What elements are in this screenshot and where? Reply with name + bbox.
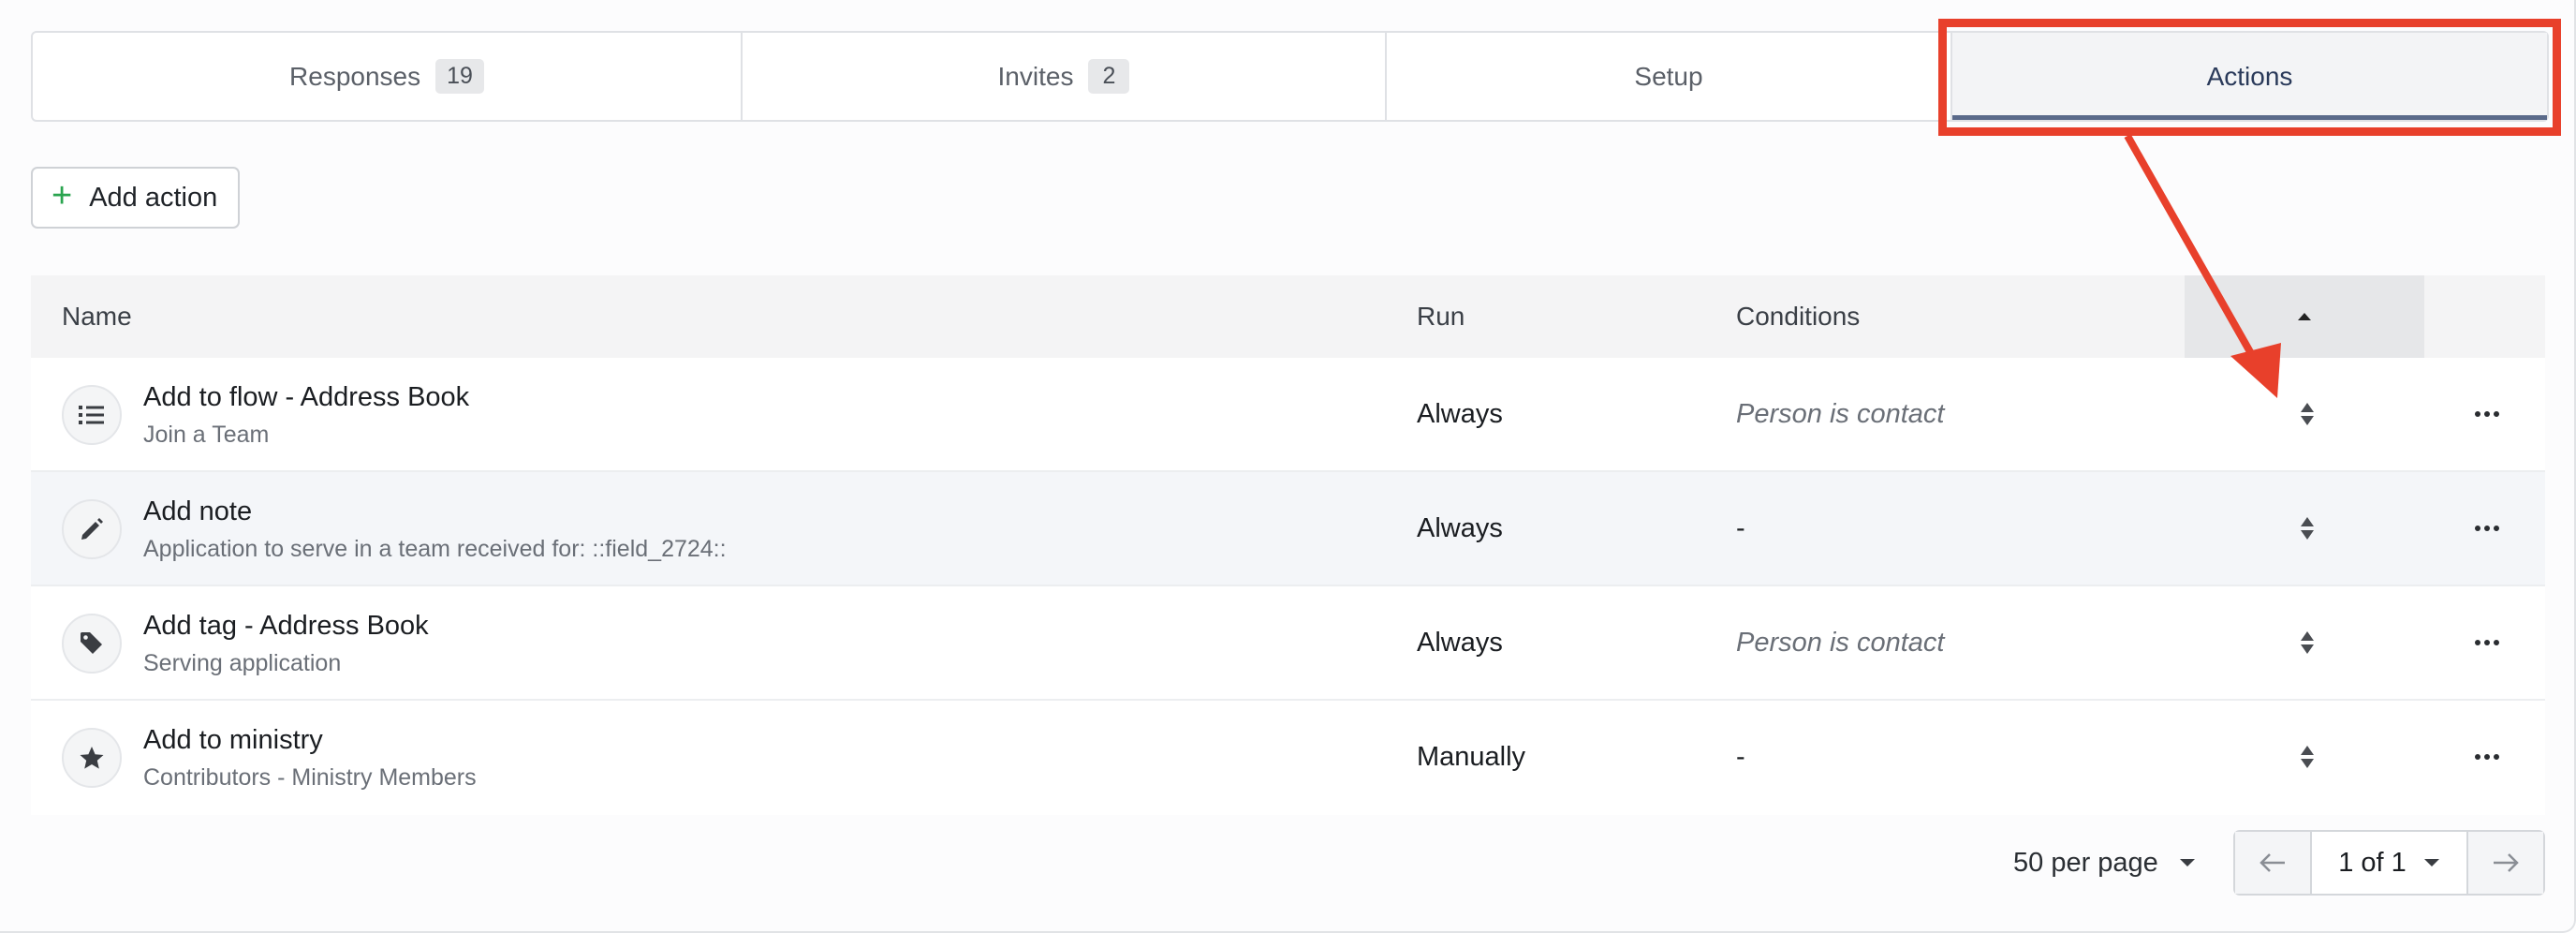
table-row[interactable]: Add to ministry Contributors - Ministry … [31, 701, 2545, 815]
sort-handle-icon [2301, 631, 2314, 654]
pagination-control: 1 of 1 [2233, 830, 2545, 896]
row-menu-button[interactable] [2464, 701, 2510, 813]
column-header-name: Name [62, 302, 132, 331]
arrow-left-icon [2260, 853, 2285, 872]
add-action-button[interactable]: + Add action [31, 167, 240, 229]
action-subtitle: Serving application [143, 650, 342, 676]
action-run: Always [1417, 398, 1503, 429]
list-icon [79, 406, 104, 424]
action-conditions: - [1736, 512, 1745, 543]
table-row[interactable]: Add note Application to serve in a team … [31, 472, 2545, 586]
caret-down-icon [2423, 859, 2439, 866]
arrow-right-icon [2494, 853, 2519, 872]
page-select[interactable]: 1 of 1 [2310, 832, 2468, 894]
reorder-handle[interactable] [2293, 586, 2321, 699]
invites-count-badge: 2 [1088, 59, 1130, 94]
plus-icon: + [52, 176, 73, 215]
reorder-handle[interactable] [2293, 472, 2321, 585]
tab-setup-label: Setup [1634, 61, 1703, 91]
tag-icon [81, 632, 102, 654]
caret-down-icon [2179, 859, 2195, 866]
action-type-icon [62, 499, 122, 559]
sort-handle-icon [2301, 517, 2314, 540]
next-page-button[interactable] [2468, 832, 2543, 894]
action-subtitle: Join a Team [143, 422, 270, 448]
sort-handle-icon [2301, 746, 2314, 768]
previous-page-button[interactable] [2235, 832, 2310, 894]
action-run: Always [1417, 627, 1503, 658]
row-menu-button[interactable] [2464, 586, 2510, 699]
action-run: Always [1417, 512, 1503, 543]
tab-invites[interactable]: Invites 2 [743, 33, 1387, 120]
row-menu-button[interactable] [2464, 472, 2510, 585]
action-conditions: Person is contact [1736, 627, 1945, 658]
tab-setup[interactable]: Setup [1387, 33, 1952, 120]
column-header-conditions: Conditions [1736, 302, 1861, 331]
table-row[interactable]: Add to flow - Address Book Join a Team A… [31, 358, 2545, 472]
action-title: Add note [143, 496, 253, 526]
sort-order-header[interactable] [2185, 275, 2424, 358]
tab-actions-label: Actions [2206, 61, 2293, 91]
action-run: Manually [1417, 741, 1526, 772]
reorder-handle[interactable] [2293, 701, 2321, 813]
table-row[interactable]: Add tag - Address Book Serving applicati… [31, 586, 2545, 701]
more-horizontal-icon [2475, 754, 2499, 760]
pencil-icon [81, 518, 103, 540]
page-indicator: 1 of 1 [2338, 847, 2407, 878]
row-menu-button[interactable] [2464, 358, 2510, 470]
add-action-label: Add action [89, 182, 218, 213]
action-subtitle: Application to serve in a team received … [143, 536, 727, 562]
tab-responses[interactable]: Responses 19 [33, 33, 743, 120]
action-type-icon [62, 614, 122, 674]
more-horizontal-icon [2475, 411, 2499, 417]
more-horizontal-icon [2475, 526, 2499, 531]
per-page-select[interactable]: 50 per page [2013, 830, 2196, 896]
action-type-icon [62, 385, 122, 445]
responses-count-badge: 19 [435, 59, 484, 94]
actions-table: Name Run Conditions Add to flow - Addres… [31, 275, 2545, 815]
page-frame: Responses 19 Invites 2 Setup Actions + A… [0, 0, 2576, 933]
action-conditions: Person is contact [1736, 398, 1945, 429]
action-title: Add tag - Address Book [143, 611, 429, 641]
star-icon [80, 747, 104, 769]
per-page-label: 50 per page [2013, 847, 2158, 878]
tab-bar: Responses 19 Invites 2 Setup Actions [31, 31, 2549, 122]
column-header-run: Run [1417, 302, 1465, 331]
action-title: Add to ministry [143, 725, 323, 755]
tab-invites-label: Invites [997, 61, 1074, 91]
action-title: Add to flow - Address Book [143, 382, 470, 412]
action-type-icon [62, 728, 122, 788]
action-subtitle: Contributors - Ministry Members [143, 764, 477, 791]
more-horizontal-icon [2475, 640, 2499, 645]
sort-handle-icon [2301, 403, 2314, 425]
reorder-handle[interactable] [2293, 358, 2321, 470]
table-header: Name Run Conditions [31, 275, 2545, 358]
sort-up-icon [2298, 313, 2311, 320]
action-conditions: - [1736, 741, 1745, 772]
tab-actions[interactable]: Actions [1952, 33, 2547, 120]
tab-responses-label: Responses [289, 61, 421, 91]
